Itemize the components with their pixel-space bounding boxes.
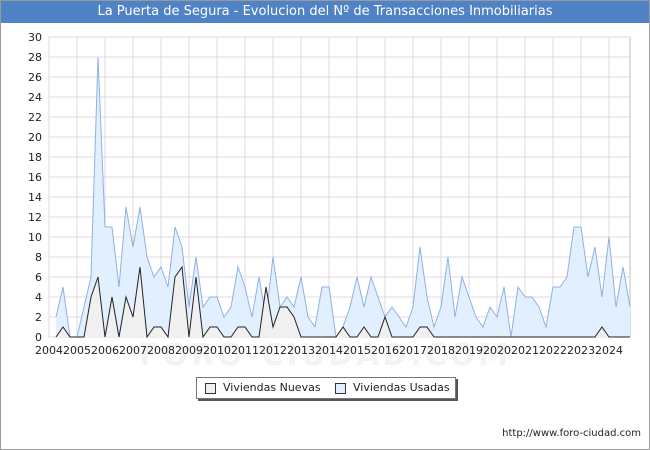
- x-tick-label: 2008: [147, 344, 175, 357]
- y-tick-label: 0: [35, 331, 42, 344]
- legend-label-nuevas: Viviendas Nuevas: [223, 381, 321, 394]
- y-tick-label: 14: [28, 191, 42, 204]
- x-tick-label: 2007: [119, 344, 147, 357]
- x-tick-label: 2019: [455, 344, 483, 357]
- x-tick-label: 2013: [287, 344, 315, 357]
- y-tick-label: 4: [35, 291, 42, 304]
- legend-swatch-usadas: [335, 383, 346, 394]
- x-tick-label: 2009: [175, 344, 203, 357]
- x-tick-label: 2016: [371, 344, 399, 357]
- y-tick-label: 22: [28, 111, 42, 124]
- y-tick-label: 30: [28, 31, 42, 44]
- x-tick-label: 2012: [259, 344, 287, 357]
- x-tick-label: 2006: [91, 344, 119, 357]
- legend-label-usadas: Viviendas Usadas: [353, 381, 450, 394]
- x-tick-label: 2017: [399, 344, 427, 357]
- x-tick-label: 2021: [511, 344, 539, 357]
- x-tick-label: 2010: [203, 344, 231, 357]
- y-tick-label: 6: [35, 271, 42, 284]
- y-tick-label: 2: [35, 311, 42, 324]
- x-tick-label: 2015: [343, 344, 371, 357]
- y-tick-label: 24: [28, 91, 42, 104]
- y-tick-label: 28: [28, 51, 42, 64]
- legend-swatch-nuevas: [205, 383, 216, 394]
- y-tick-label: 8: [35, 251, 42, 264]
- y-tick-label: 20: [28, 131, 42, 144]
- x-tick-label: 2005: [63, 344, 91, 357]
- y-tick-label: 18: [28, 151, 42, 164]
- y-tick-label: 10: [28, 231, 42, 244]
- y-tick-label: 26: [28, 71, 42, 84]
- source-url: http://www.foro-ciudad.com: [502, 428, 641, 439]
- x-tick-label: 2023: [567, 344, 595, 357]
- y-tick-label: 12: [28, 211, 42, 224]
- x-tick-label: 2024: [595, 344, 623, 357]
- x-tick-label: 2014: [315, 344, 343, 357]
- y-tick-label: 16: [28, 171, 42, 184]
- x-tick-label: 2020: [483, 344, 511, 357]
- x-tick-label: 2004: [35, 344, 63, 357]
- legend: Viviendas Nuevas Viviendas Usadas: [196, 377, 456, 399]
- x-tick-label: 2011: [231, 344, 259, 357]
- x-tick-label: 2022: [539, 344, 567, 357]
- x-tick-label: 2018: [427, 344, 455, 357]
